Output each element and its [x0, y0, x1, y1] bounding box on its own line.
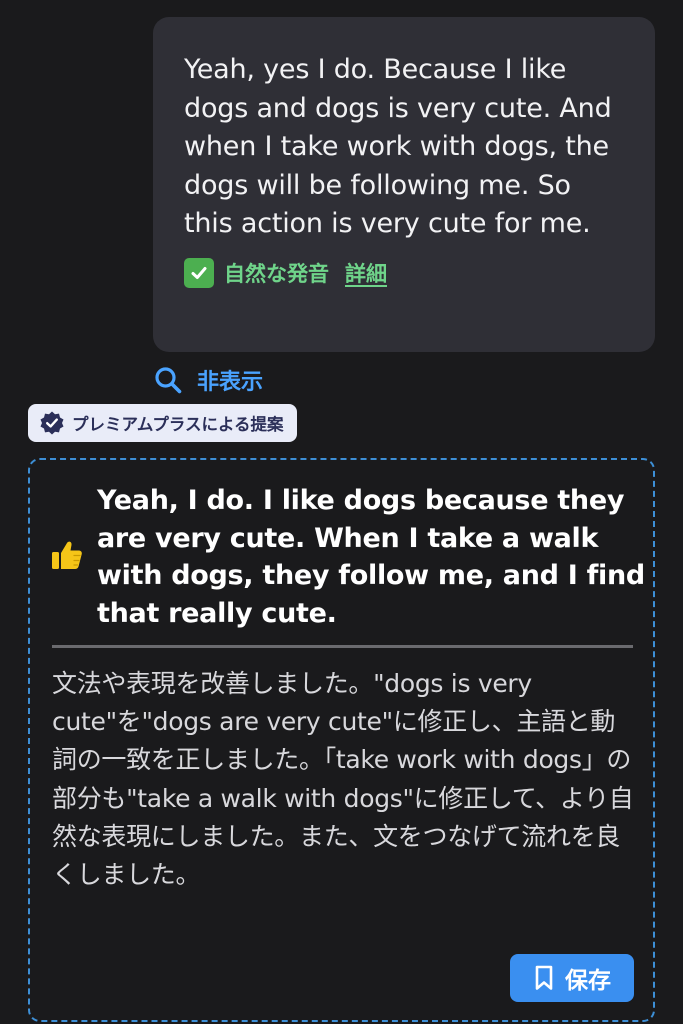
divider	[52, 645, 633, 648]
suggestion-card: Yeah, I do. I like dogs because they are…	[28, 458, 655, 1022]
hide-label: 非表示	[197, 370, 264, 395]
pronunciation-detail-link[interactable]: 詳細	[345, 258, 387, 288]
pronunciation-status: 自然な発音	[224, 261, 329, 286]
verified-badge-icon	[40, 411, 64, 435]
hide-suggestion-toggle[interactable]: 非表示	[153, 364, 263, 396]
save-button[interactable]: 保存	[510, 954, 634, 1002]
chat-page: Yeah, yes I do. Because I like dogs and …	[0, 0, 683, 1024]
pronunciation-row: 自然な発音 詳細	[184, 257, 627, 288]
suggestion-explanation: 文法や表現を改善しました。"dogs is very cute"を"dogs a…	[52, 669, 634, 890]
user-message-text: Yeah, yes I do. Because I like dogs and …	[184, 54, 612, 239]
user-message-bubble: Yeah, yes I do. Because I like dogs and …	[153, 17, 655, 352]
premium-badge-label: プレミアムプラスによる提案	[72, 415, 284, 434]
check-box-icon	[184, 257, 214, 288]
premium-plus-badge: プレミアムプラスによる提案	[28, 404, 297, 442]
search-icon	[155, 367, 182, 394]
save-label: 保存	[565, 968, 611, 994]
bookmark-icon	[535, 965, 553, 990]
thumbs-up-icon	[52, 541, 82, 569]
suggested-sentence: Yeah, I do. I like dogs because they are…	[97, 485, 645, 629]
